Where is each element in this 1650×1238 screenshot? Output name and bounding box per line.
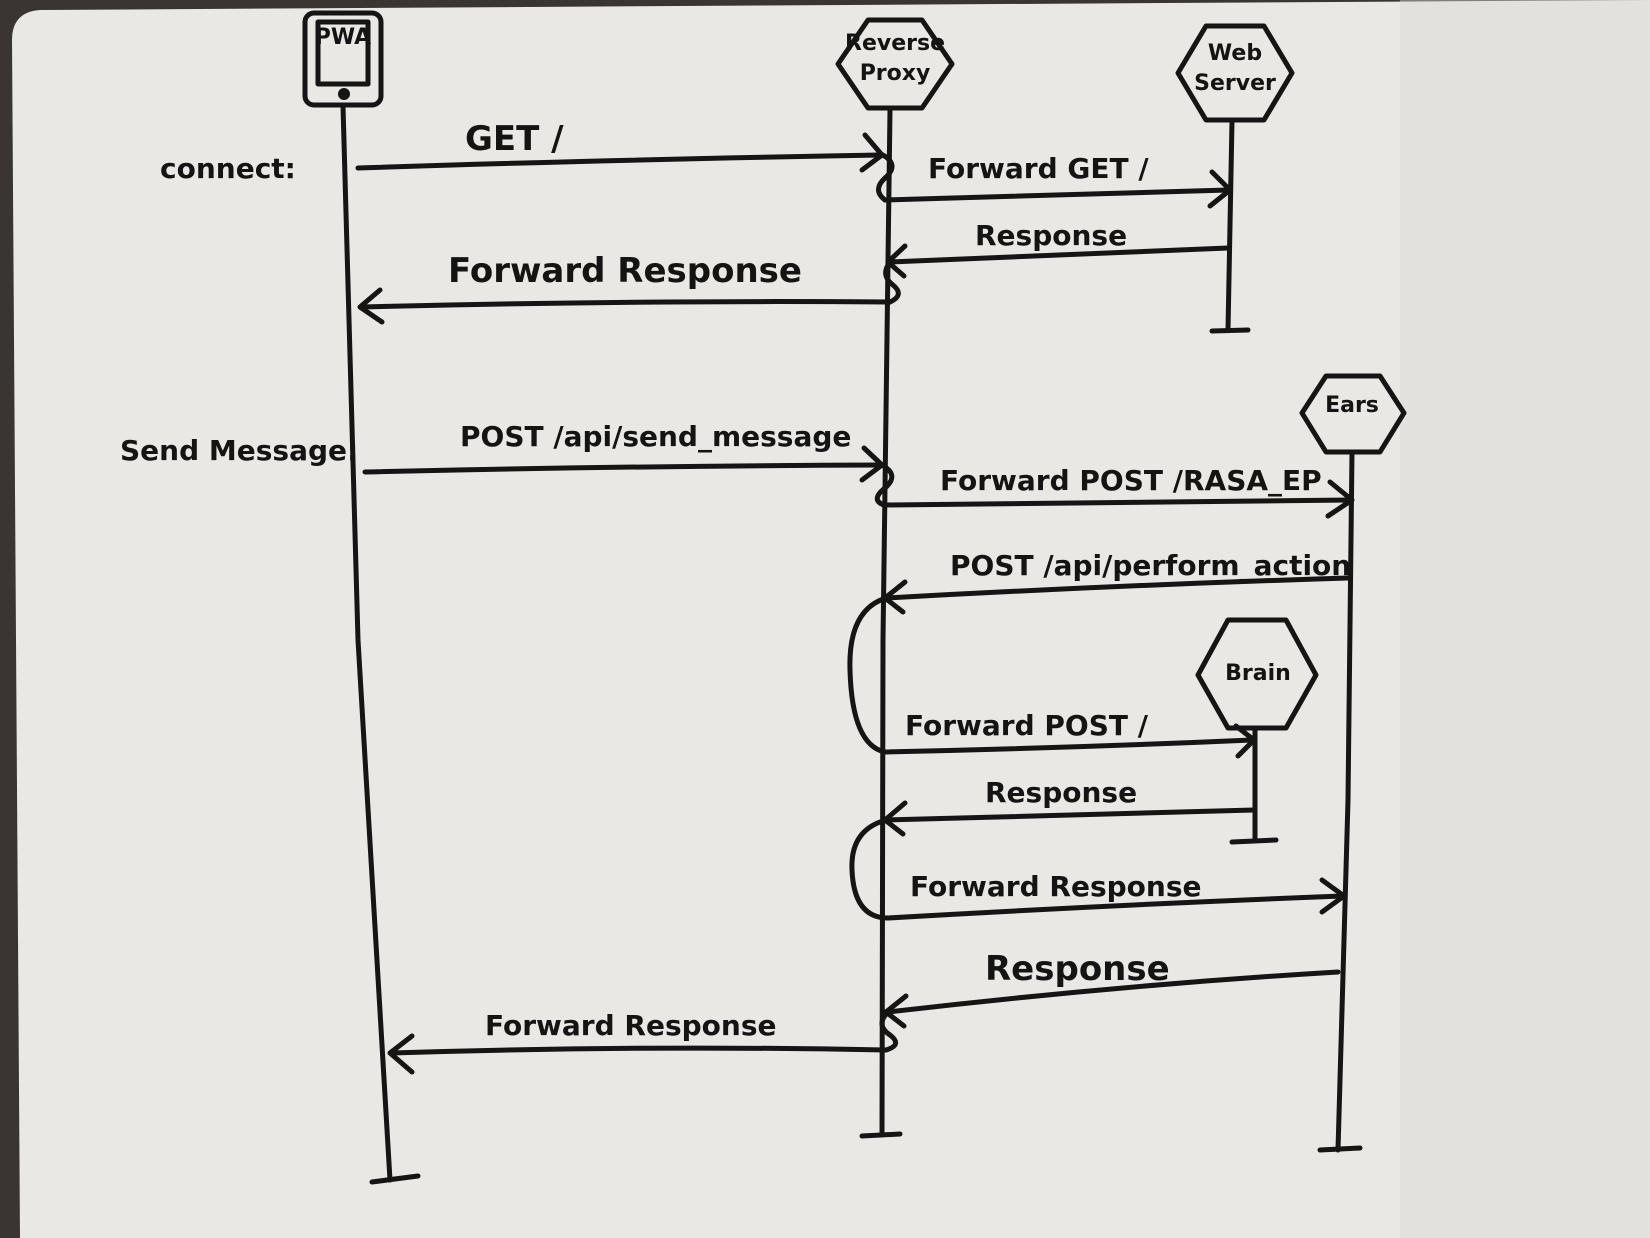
ears-label: Ears <box>1325 393 1379 418</box>
web-server-label-line2: Server <box>1194 71 1276 96</box>
message-forward-post-brain-label: Forward POST / <box>905 709 1149 742</box>
message-forward-response-2-label: Forward Response <box>485 1009 776 1042</box>
phone-button <box>338 88 350 100</box>
board-shade <box>1400 0 1650 1238</box>
message-forward-get-label: Forward GET / <box>928 152 1149 185</box>
ears-lifeline-end <box>1317 1145 1363 1153</box>
message-ears-response-label: Response <box>985 949 1170 989</box>
message-post-perform-action-label: POST /api/perform_action <box>950 549 1351 582</box>
whiteboard: PWA Reverse Proxy Web Server Ears Brain … <box>12 0 1650 1238</box>
message-forward-post-rasa-label: Forward POST /RASA_EP <box>940 464 1322 497</box>
message-get-label: GET / <box>465 119 564 159</box>
web-server-lifeline-end <box>1209 327 1251 334</box>
proxy-lifeline-end <box>859 1131 903 1139</box>
web-server-label-line1: Web <box>1208 41 1262 66</box>
brain-label: Brain <box>1225 661 1291 686</box>
phone-label: PWA <box>315 25 371 50</box>
message-forward-response-ears-label: Forward Response <box>910 870 1201 903</box>
message-post-send-label: POST /api/send_message <box>460 420 851 453</box>
message-forward-response-1-label: Forward Response <box>448 251 802 291</box>
reverse-proxy-label-line2: Proxy <box>860 61 931 86</box>
message-brain-response-label: Response <box>985 776 1137 809</box>
message-web-response-label: Response <box>975 219 1127 252</box>
section-connect-label: connect: <box>160 152 296 185</box>
section-send-message-label: Send Message: <box>120 434 358 467</box>
reverse-proxy-label-line1: Reverse <box>845 31 945 56</box>
brain-lifeline-end <box>1229 837 1279 845</box>
